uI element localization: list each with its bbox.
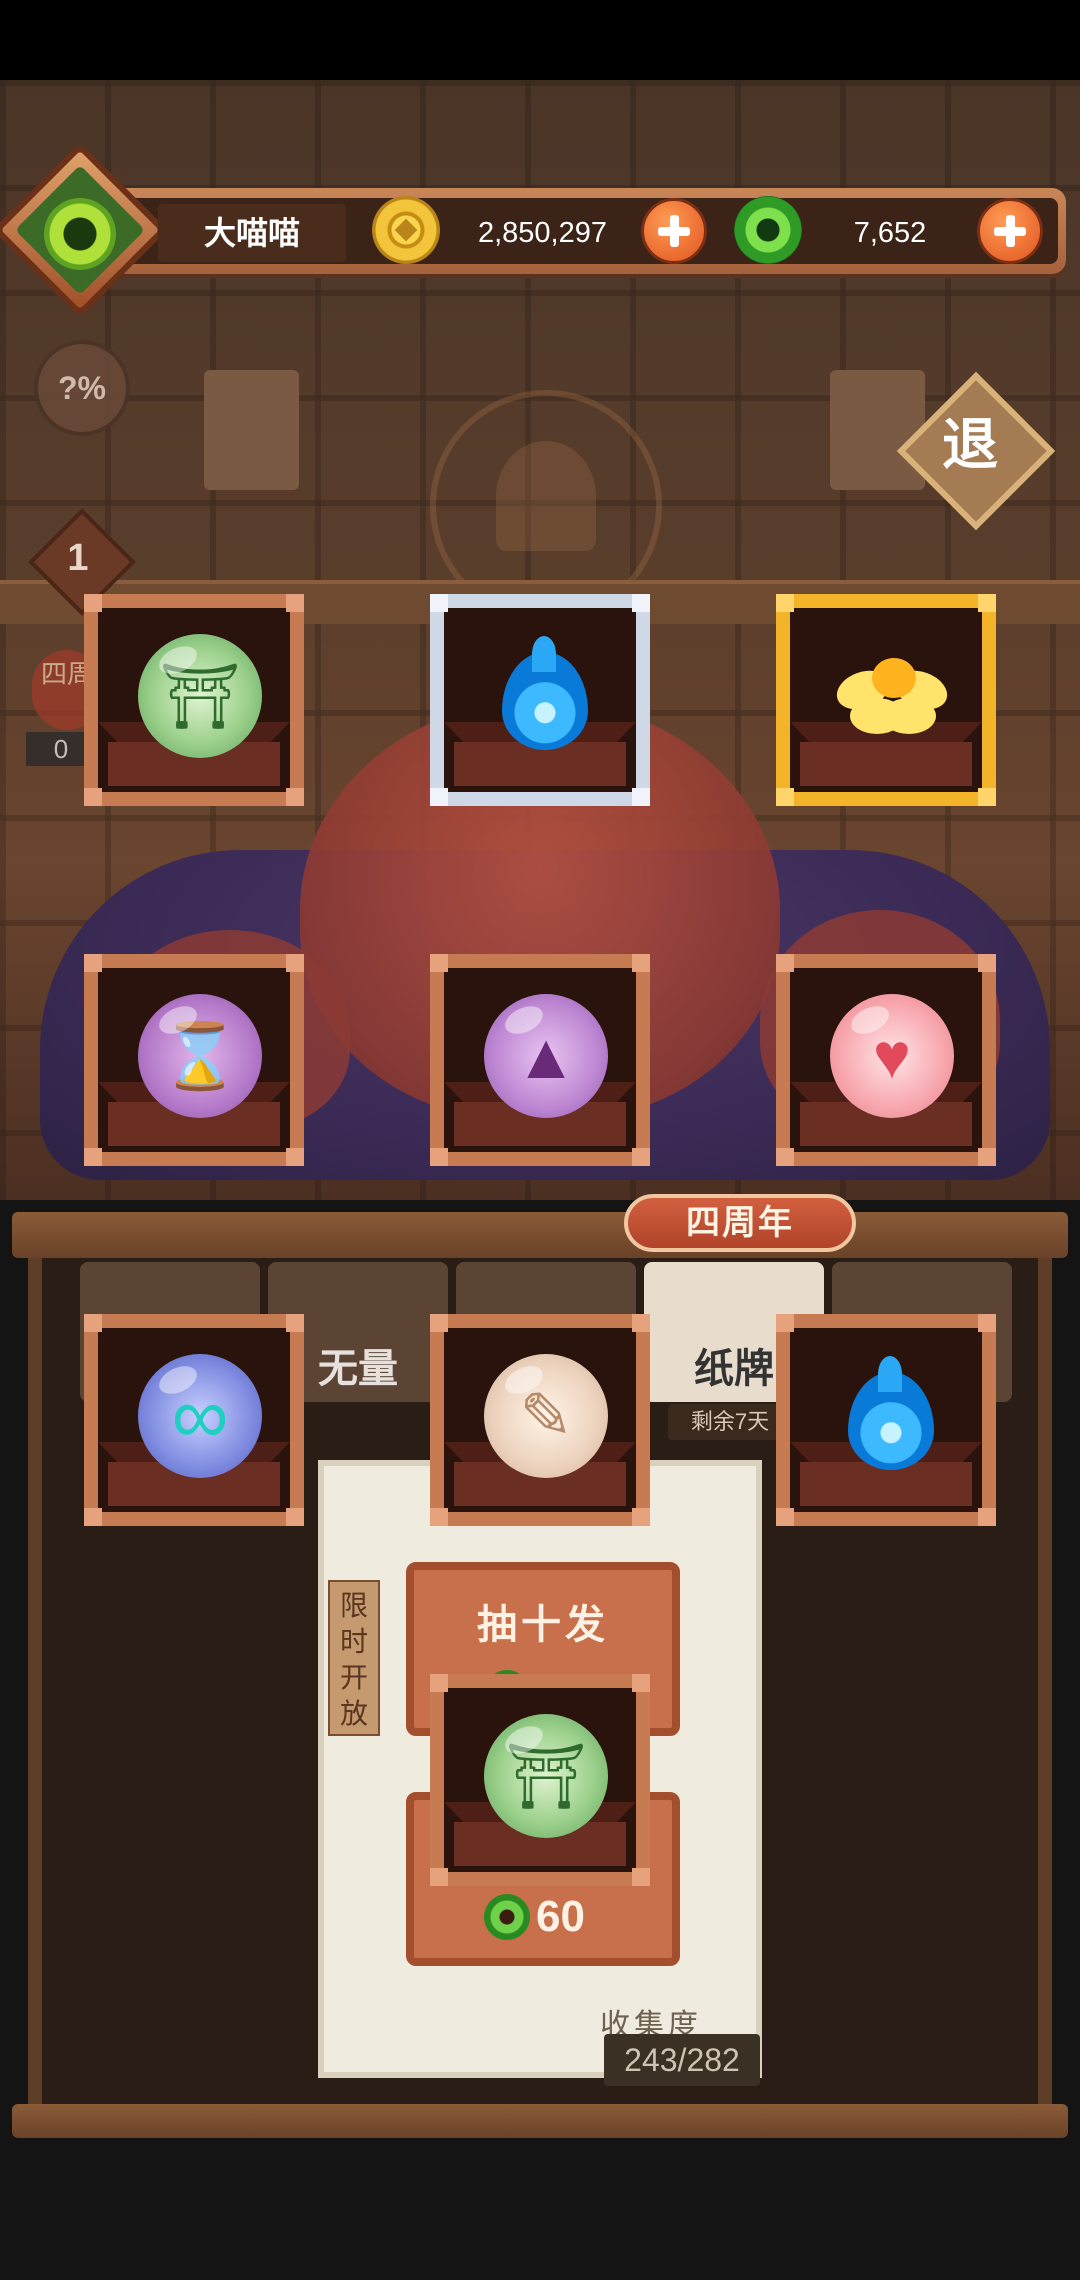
reward-tile-3 [776,594,996,806]
limited-time-tag: 限时开放 [328,1580,380,1736]
reward-tile-2 [430,594,650,806]
status-bar [0,0,1080,80]
reward-tile-4: ⌛ [84,954,304,1166]
blue-flame-icon [848,1356,934,1470]
quit-button[interactable]: 退 [896,371,1056,531]
reward-tile-9 [776,1314,996,1526]
jade-currency-icon [734,196,802,264]
reward-tile-8: ✎ [430,1314,650,1526]
draw-one-price: 60 [484,1892,585,1942]
reward-tile-5: ▲ [430,954,650,1166]
reward-tile-1: ⛩ [84,594,304,806]
jade-balance: 7,652 [853,217,927,249]
add-coins-button[interactable] [641,198,707,264]
heart-orb-icon: ♥ [830,994,954,1118]
gold-coin-icon [372,196,440,264]
level-badge[interactable]: 1 [28,508,136,616]
days-remaining: 剩余7天 [668,1404,792,1440]
add-jade-button[interactable] [977,198,1043,264]
golden-flower-icon [830,628,954,738]
jade-gate-orb-icon: ⛩ [484,1714,608,1838]
scroll-orb-icon: ✎ [484,1354,608,1478]
panel-bottom-beam [12,2104,1068,2138]
infinity-orb-icon: ∞ [138,1354,262,1478]
spade-card-decoration [204,370,299,490]
purple-pudding-orb-icon: ▲ [484,994,608,1118]
jade-avatar-icon [44,198,116,270]
panel-top-beam [12,1212,1068,1258]
blue-flame-icon [502,636,588,750]
draw-ten-label: 抽十发 [477,1603,609,1647]
reward-tile-10: ⛩ [430,1674,650,1886]
anniversary-banner: 四周年 [624,1194,856,1252]
hourglass-orb-icon: ⌛ [138,994,262,1118]
level-number: 1 [67,537,89,579]
jade-icon [484,1894,530,1940]
collection-progress: 243/282 [604,2034,760,2086]
quit-label: 退 [942,413,998,476]
reward-tile-6: ♥ [776,954,996,1166]
reward-tile-7: ∞ [84,1314,304,1526]
jade-gate-orb-icon: ⛩ [138,634,262,758]
player-name: 大喵喵 [158,204,346,262]
coin-balance: 2,850,297 [477,217,607,249]
odds-button[interactable]: ?% [34,340,130,436]
